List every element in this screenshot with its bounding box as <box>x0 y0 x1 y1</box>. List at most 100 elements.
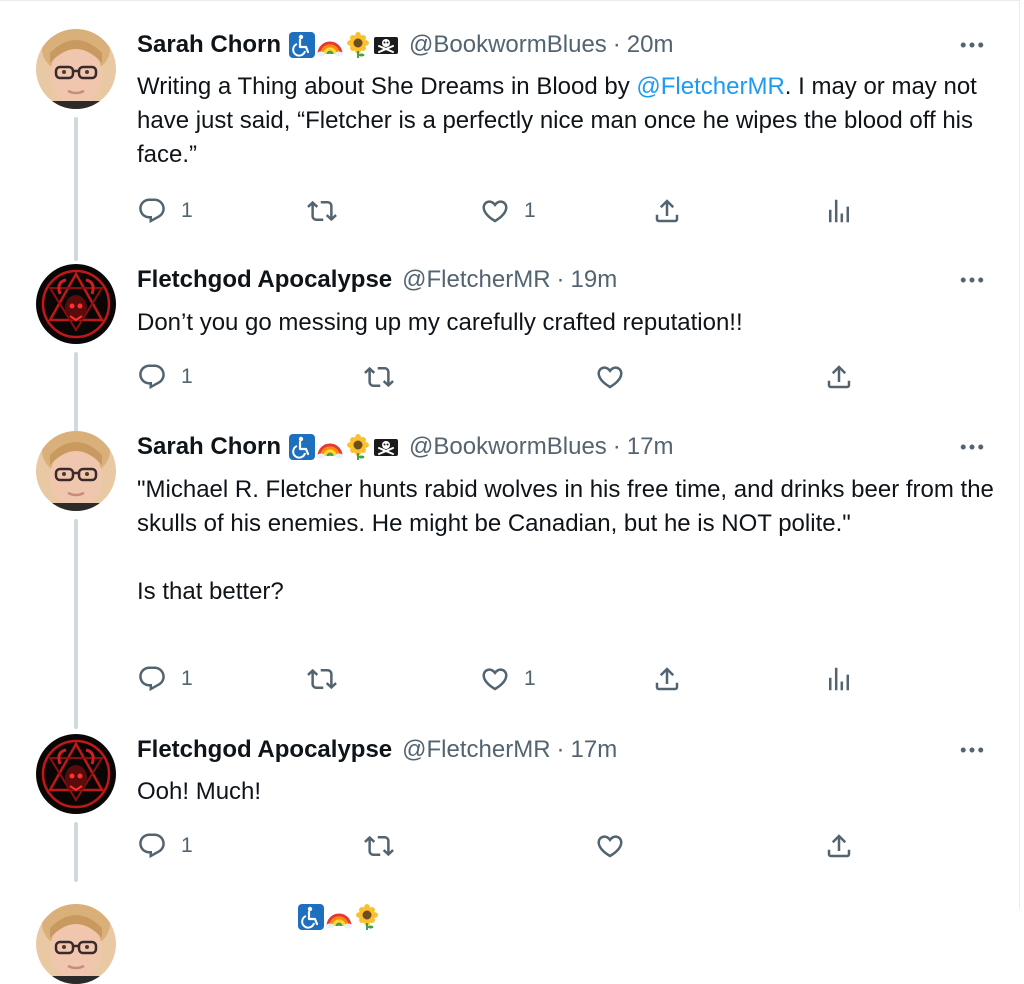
action-bar: 1 1 <box>137 193 897 229</box>
wheelchair-icon <box>289 32 315 58</box>
analytics-icon <box>824 664 854 694</box>
retweet-button[interactable] <box>307 193 337 229</box>
handle[interactable]: @BookwormBlues <box>409 29 607 61</box>
handle[interactable]: @FletcherMR <box>402 734 550 766</box>
like-button[interactable] <box>595 359 625 395</box>
sunflower-icon <box>345 434 371 460</box>
avatar-photo-icon <box>36 431 116 511</box>
timestamp[interactable]: 19m <box>571 264 618 296</box>
thread-line <box>74 519 78 729</box>
mention-link[interactable]: @FletcherMR <box>636 73 784 100</box>
retweet-button[interactable] <box>364 359 394 395</box>
tweet[interactable]: Sarah Chorn @BookwormBlues · 20m Writing… <box>0 29 1020 261</box>
tweet-header: Sarah Chorn @BookwormBlues · 20m <box>137 29 673 61</box>
name-emojis <box>289 434 399 460</box>
tweet-paragraph: Is that better? <box>137 578 284 605</box>
sunflower-icon <box>345 32 371 58</box>
separator: · <box>612 31 621 58</box>
tweet-header: Fletchgod Apocalypse @FletcherMR · 19m <box>137 264 617 296</box>
separator: · <box>612 433 621 460</box>
reply-count: 1 <box>181 667 193 690</box>
more-options-button[interactable] <box>952 264 992 296</box>
reply-icon <box>137 831 167 861</box>
separator: · <box>556 266 565 293</box>
share-button[interactable] <box>652 193 682 229</box>
rainbow-icon <box>326 904 352 930</box>
sunflower-icon <box>354 904 380 930</box>
reply-icon <box>137 362 167 392</box>
retweet-button[interactable] <box>364 828 394 864</box>
reply-count: 1 <box>181 365 193 388</box>
rainbow-icon <box>317 32 343 58</box>
avatar[interactable] <box>36 29 116 109</box>
share-button[interactable] <box>824 359 854 395</box>
timestamp[interactable]: 17m <box>627 431 674 463</box>
like-button[interactable]: 1 <box>480 661 536 697</box>
tweet-text: Writing a Thing about She Dreams in Bloo… <box>137 70 1000 172</box>
like-count: 1 <box>524 199 536 222</box>
handle[interactable]: @BookwormBlues <box>409 431 607 463</box>
analytics-button[interactable] <box>824 661 854 697</box>
more-options-button[interactable] <box>952 734 992 766</box>
timestamp[interactable]: 17m <box>571 734 618 766</box>
reply-icon <box>137 196 167 226</box>
tweet[interactable]: Fletchgod Apocalypse @FletcherMR · 17m O… <box>0 734 1020 910</box>
analytics-button[interactable] <box>824 193 854 229</box>
reply-button[interactable]: 1 <box>137 661 193 697</box>
display-name[interactable]: Fletchgod Apocalypse <box>137 264 392 296</box>
rainbow-icon <box>317 434 343 460</box>
avatar-emblem-icon <box>36 734 116 814</box>
share-icon <box>824 362 854 392</box>
share-button[interactable] <box>824 828 854 864</box>
avatar[interactable] <box>36 264 116 344</box>
like-button[interactable]: 1 <box>480 193 536 229</box>
retweet-icon <box>364 831 394 861</box>
timestamp[interactable]: 20m <box>627 29 674 61</box>
tweet[interactable]: Sarah Chorn @BookwormBlues · 17m "Michae… <box>0 431 1020 729</box>
retweet-icon <box>307 196 337 226</box>
pirate-flag-icon <box>373 32 399 58</box>
name-emojis <box>298 904 380 930</box>
separator: · <box>556 736 565 763</box>
avatar-emblem-icon <box>36 264 116 344</box>
thread-line <box>74 352 78 432</box>
tweet[interactable]: Fletchgod Apocalypse @FletcherMR · 19m D… <box>0 264 1020 432</box>
avatar-photo-icon <box>36 904 116 984</box>
share-icon <box>824 831 854 861</box>
action-bar: 1 1 <box>137 661 897 697</box>
tweet-text: Don’t you go messing up my carefully cra… <box>137 309 743 336</box>
retweet-icon <box>364 362 394 392</box>
display-name[interactable]: Fletchgod Apocalypse <box>137 734 392 766</box>
share-button[interactable] <box>652 661 682 697</box>
share-icon <box>652 664 682 694</box>
thread-line <box>74 117 78 261</box>
more-icon <box>957 735 987 765</box>
display-name[interactable]: Sarah Chorn <box>137 29 281 61</box>
reply-button[interactable]: 1 <box>137 359 193 395</box>
reply-button[interactable]: 1 <box>137 193 193 229</box>
reply-count: 1 <box>181 834 193 857</box>
tweet-header: Sarah Chorn @BookwormBlues · 17m <box>137 431 673 463</box>
more-icon <box>957 30 987 60</box>
tweet-header: Fletchgod Apocalypse @FletcherMR · 17m <box>137 734 617 766</box>
like-count: 1 <box>524 667 536 690</box>
handle[interactable]: @FletcherMR <box>402 264 550 296</box>
more-options-button[interactable] <box>952 29 992 61</box>
avatar-photo-icon <box>36 29 116 109</box>
retweet-button[interactable] <box>307 661 337 697</box>
heart-icon <box>480 196 510 226</box>
tweet-paragraph: "Michael R. Fletcher hunts rabid wolves … <box>137 476 994 537</box>
avatar[interactable] <box>36 904 116 984</box>
reply-button[interactable]: 1 <box>137 828 193 864</box>
avatar[interactable] <box>36 431 116 511</box>
heart-icon <box>595 362 625 392</box>
avatar[interactable] <box>36 734 116 814</box>
pirate-flag-icon <box>373 434 399 460</box>
thread-line <box>74 822 78 882</box>
tweet-text-part: Writing a Thing about She Dreams in Bloo… <box>137 73 637 100</box>
display-name[interactable]: Sarah Chorn <box>137 431 281 463</box>
more-options-button[interactable] <box>952 431 992 463</box>
share-icon <box>652 196 682 226</box>
like-button[interactable] <box>595 828 625 864</box>
tweet-text: "Michael R. Fletcher hunts rabid wolves … <box>137 473 1000 609</box>
